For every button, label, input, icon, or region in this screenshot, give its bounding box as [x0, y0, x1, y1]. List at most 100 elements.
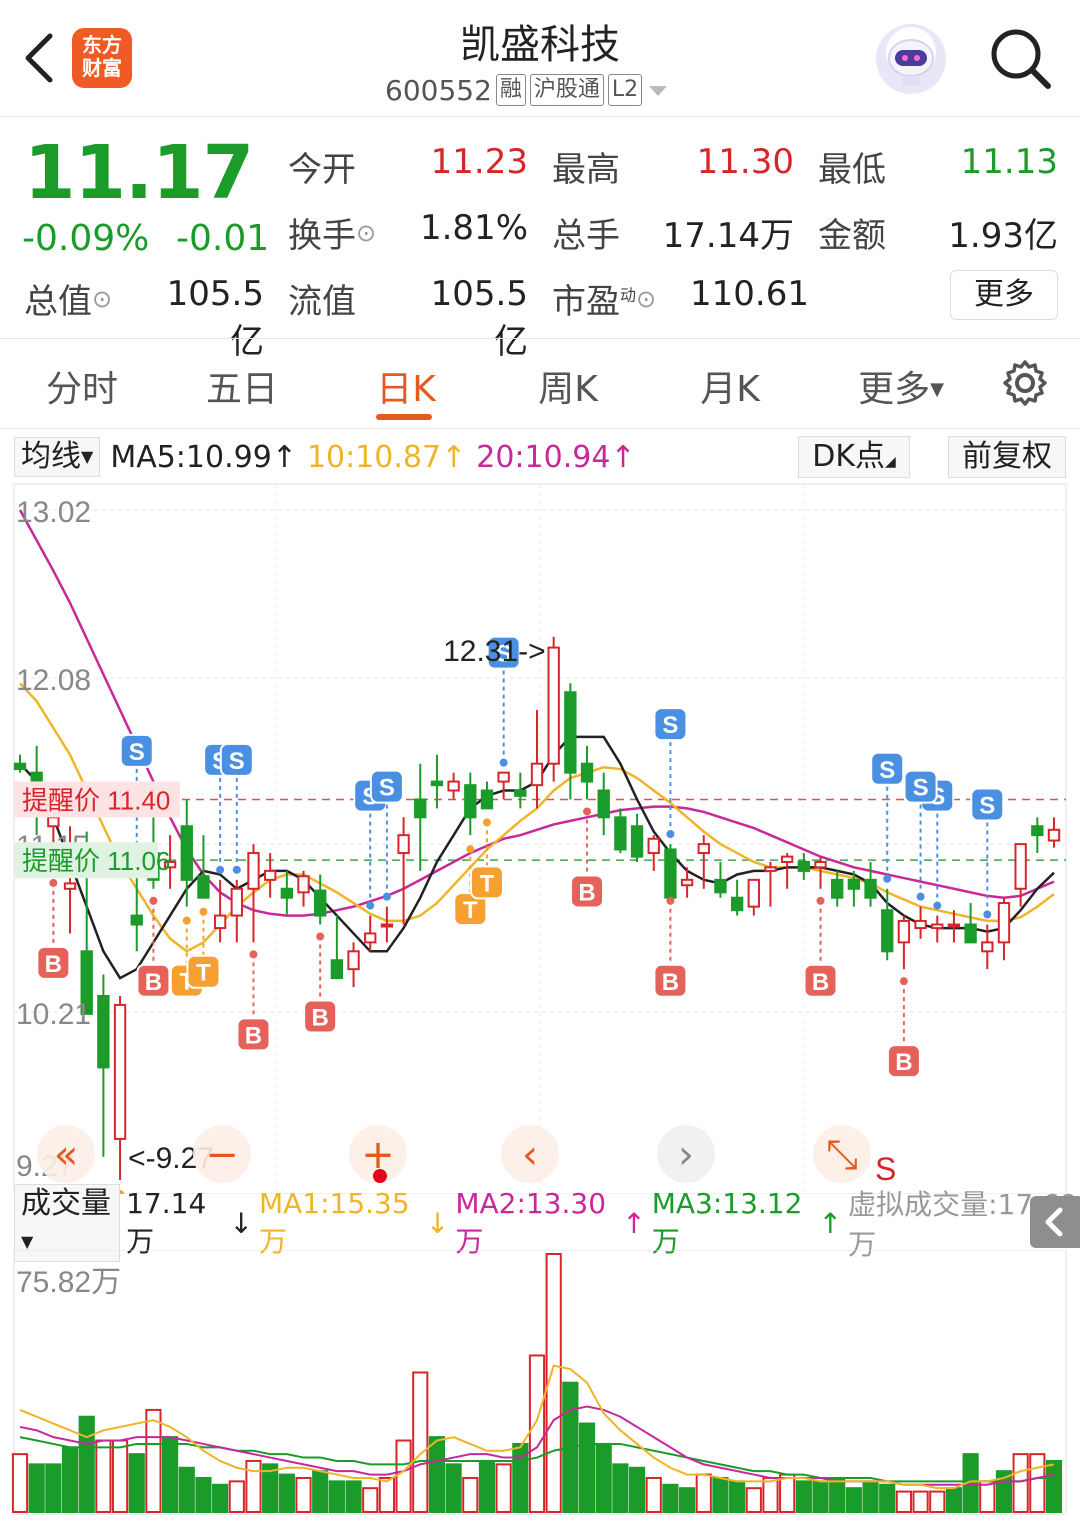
signal-b-marker[interactable]: B [136, 963, 171, 998]
candle-body[interactable] [1014, 843, 1027, 890]
candle-body[interactable] [280, 887, 294, 899]
signal-b-marker[interactable]: B [303, 999, 338, 1034]
candle-body[interactable] [263, 869, 277, 881]
gear-icon[interactable] [1000, 358, 1050, 408]
zoom-out-icon[interactable]: − [193, 1125, 251, 1183]
collapse-panel-button[interactable] [1030, 1196, 1080, 1248]
dropdown-triangle-icon[interactable] [646, 74, 670, 107]
candle-body[interactable] [180, 825, 193, 881]
candle-body[interactable] [47, 816, 60, 828]
candle-body[interactable] [63, 882, 77, 890]
tab-intraday[interactable]: 分时 [22, 360, 142, 412]
chevron-left-icon[interactable]: ‹ [501, 1125, 559, 1183]
signal-b-marker[interactable]: B [653, 963, 688, 998]
search-icon[interactable] [986, 24, 1054, 92]
candle-body[interactable] [314, 889, 327, 917]
signal-s-marker[interactable]: S [369, 769, 404, 804]
candle-body[interactable] [947, 923, 961, 928]
tab-weekly-k[interactable]: 周K [508, 360, 628, 412]
alert-label-red[interactable]: 提醒价 11.40 [14, 781, 180, 818]
candle-body[interactable] [547, 646, 560, 765]
back-arrow-icon[interactable] [18, 28, 62, 88]
candle-body[interactable] [414, 798, 427, 819]
candle-body[interactable] [897, 919, 911, 944]
chevron-right-icon[interactable]: › [657, 1125, 715, 1183]
candle-body[interactable] [197, 875, 210, 899]
candle-body[interactable] [497, 771, 510, 783]
candle-body[interactable] [330, 959, 344, 980]
candle-body[interactable] [580, 762, 594, 783]
candle-body[interactable] [630, 825, 644, 858]
alert-label-green[interactable]: 提醒价 11.06 [14, 842, 170, 879]
tab-daily-k[interactable]: 日K [346, 360, 466, 412]
candle-body[interactable] [780, 855, 794, 863]
candle-body[interactable] [447, 780, 460, 792]
candle-body[interactable] [397, 834, 410, 855]
signal-b-marker[interactable]: B [36, 945, 71, 980]
candle-body[interactable] [614, 816, 627, 851]
candle-body[interactable] [964, 923, 977, 944]
candle-body[interactable] [364, 932, 377, 944]
candle-body[interactable] [797, 860, 811, 872]
candle-body[interactable] [981, 941, 994, 953]
signal-t-marker[interactable]: T [186, 954, 221, 989]
candle-body[interactable] [664, 848, 677, 899]
signal-b-marker[interactable]: B [570, 874, 605, 909]
eastmoney-logo[interactable]: 东方 财富 [72, 28, 132, 88]
candle-body[interactable] [530, 762, 544, 787]
ma-selector[interactable]: 均线▼ [14, 437, 101, 477]
forward-adjust-button[interactable]: 前复权 [948, 436, 1066, 478]
robot-assistant-icon[interactable] [876, 24, 946, 94]
candle-body[interactable] [230, 887, 243, 917]
signal-s-marker[interactable]: S [870, 751, 905, 786]
signal-b-marker[interactable]: B [803, 963, 838, 998]
candle-body[interactable] [1031, 825, 1044, 837]
signal-s-marker[interactable]: S [970, 787, 1005, 822]
candle-body[interactable] [130, 914, 143, 926]
candle-body[interactable] [564, 691, 577, 774]
candle-body[interactable] [997, 902, 1011, 944]
candle-body[interactable] [13, 762, 27, 771]
candle-body[interactable] [680, 878, 694, 887]
stock-code-row[interactable]: 600552 融 沪股通 L2 [385, 70, 670, 110]
candle-body[interactable] [697, 843, 710, 855]
candle-body[interactable] [931, 923, 944, 930]
info-circle-icon[interactable]: ⊙ [636, 285, 656, 313]
signal-s-marker[interactable]: S [219, 742, 254, 777]
candle-body[interactable] [747, 878, 760, 908]
tab-monthly-k[interactable]: 月K [670, 360, 790, 412]
rewind-icon[interactable]: « [37, 1125, 95, 1183]
candle-body[interactable] [380, 923, 394, 928]
signal-s-marker[interactable]: S [653, 707, 688, 742]
signal-s-marker[interactable]: S [903, 769, 938, 804]
candle-body[interactable] [464, 784, 477, 819]
dk-point-button[interactable]: DK点◢ [798, 436, 910, 478]
candle-body[interactable] [247, 852, 260, 890]
candle-body[interactable] [714, 878, 727, 894]
candle-body[interactable] [597, 789, 610, 819]
candle-body[interactable] [831, 878, 844, 899]
info-circle-icon[interactable]: ⊙ [92, 285, 112, 313]
candle-body[interactable] [881, 909, 894, 953]
candle-body[interactable] [213, 914, 227, 930]
candle-body[interactable] [347, 950, 360, 971]
candle-body[interactable] [847, 878, 861, 890]
candle-body[interactable] [814, 860, 827, 869]
candle-body[interactable] [113, 1003, 127, 1140]
candle-body[interactable] [864, 878, 877, 899]
signal-s-marker[interactable]: S [119, 733, 154, 768]
candle-body[interactable] [1047, 828, 1061, 842]
candle-body[interactable] [914, 919, 927, 930]
tab-more[interactable]: 更多▼ [846, 360, 956, 412]
kline-chart[interactable]: SSSSSSSSSSSBBBBBBBBTTTTT13.0212.0811.151… [0, 480, 1080, 1194]
more-quote-button[interactable]: 更多 [950, 270, 1058, 320]
candle-body[interactable] [764, 866, 777, 872]
signal-b-marker[interactable]: B [236, 1017, 271, 1052]
candle-body[interactable] [647, 837, 660, 855]
tab-five-day[interactable]: 五日 [182, 360, 302, 412]
candle-body[interactable] [730, 896, 744, 912]
fullscreen-icon[interactable]: ⤡ [813, 1125, 871, 1183]
signal-b-marker[interactable]: B [886, 1044, 921, 1079]
candle-body[interactable] [97, 994, 110, 1069]
candle-body[interactable] [430, 780, 444, 787]
